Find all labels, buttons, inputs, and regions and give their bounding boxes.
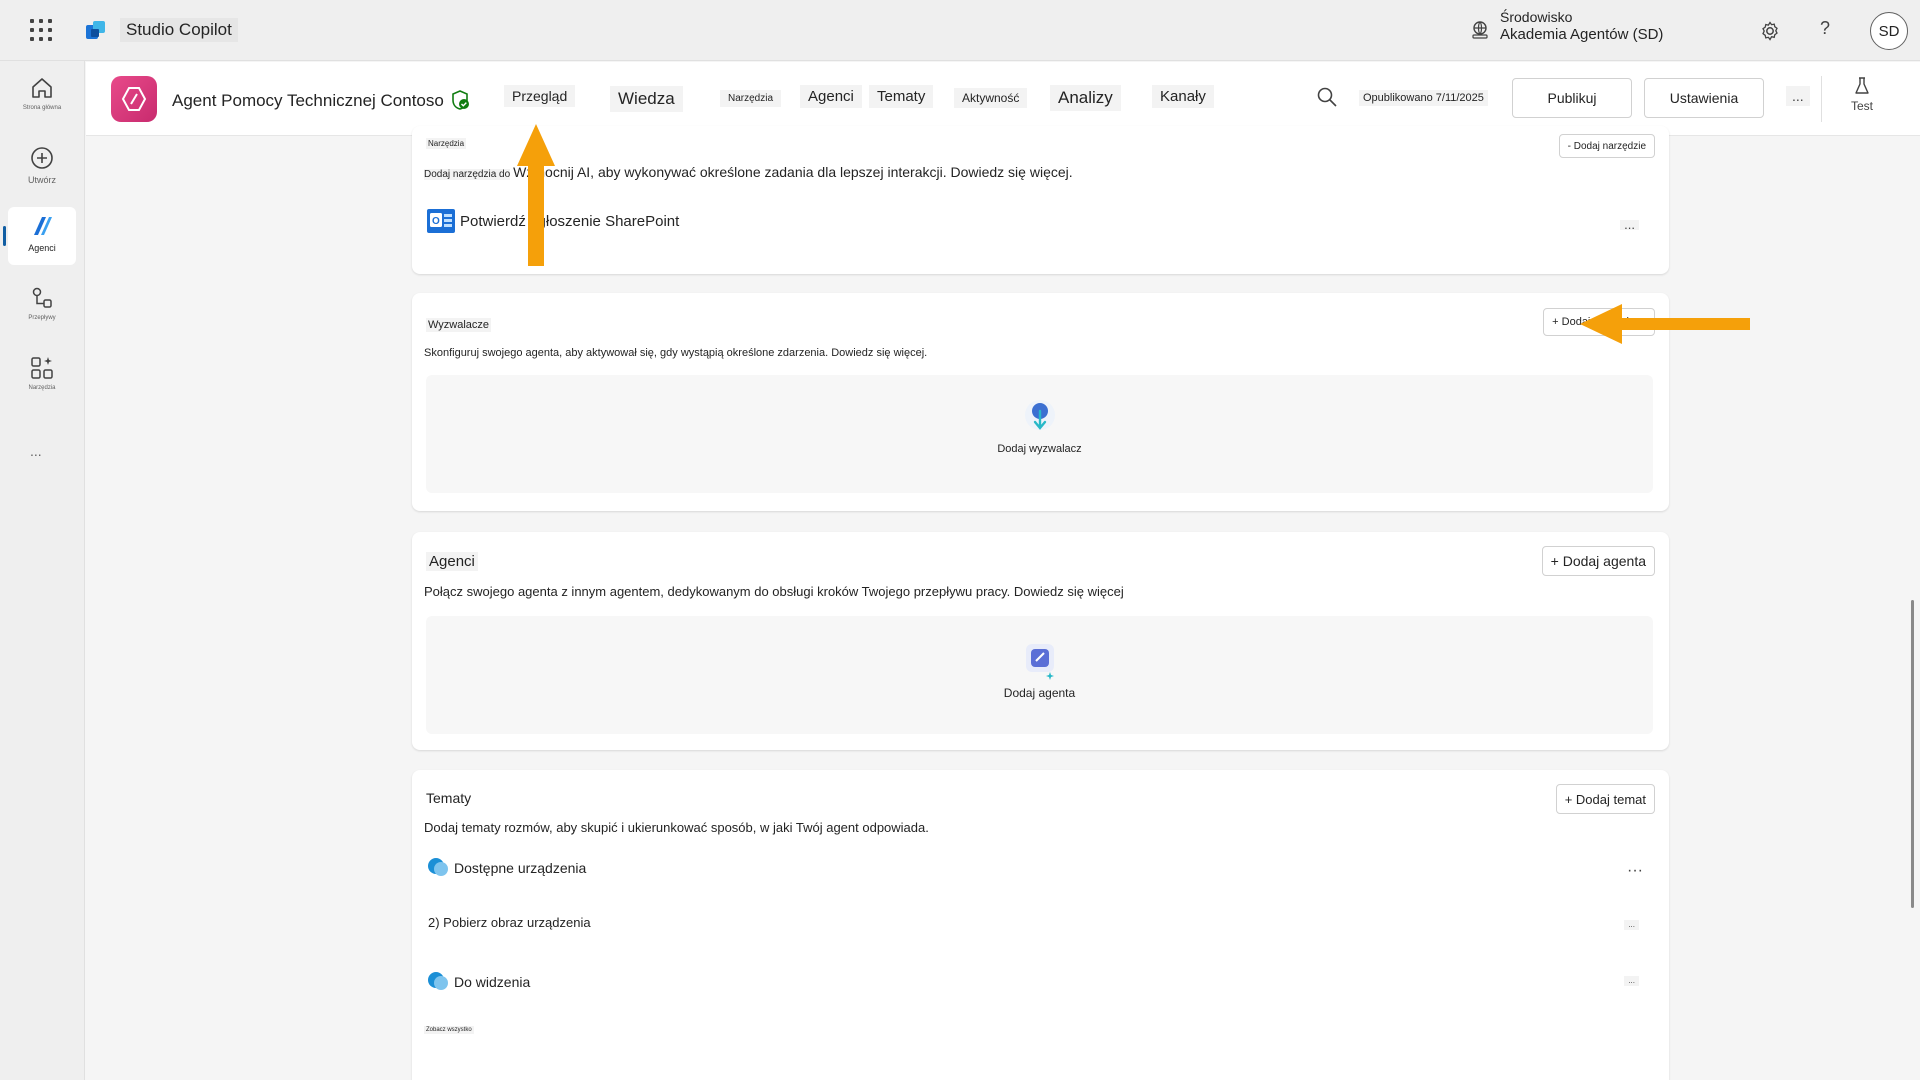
rail-label-flows: Przepływy xyxy=(28,315,56,321)
tool-item-label: Potwierdź zgłoszenie SharePoint xyxy=(460,212,680,230)
rail-item-flows[interactable]: Przepływy xyxy=(8,279,76,337)
add-agent-button[interactable]: + Dodaj agenta xyxy=(1541,546,1655,576)
shield-check-icon xyxy=(452,90,469,110)
topic-label: Do widzenia xyxy=(454,974,531,990)
rail-item-create[interactable]: Utwórz xyxy=(8,139,76,197)
topic-more-button[interactable]: ... xyxy=(1624,976,1639,986)
tools-desc-prefix: Dodaj narzędzia do xyxy=(424,169,511,180)
home-icon xyxy=(32,78,52,98)
top-bar: Studio Copilot Środowisko Akademia Agent… xyxy=(0,0,1920,61)
tab-topics[interactable]: Tematy xyxy=(869,85,934,108)
agents-icon xyxy=(34,217,52,235)
test-button[interactable]: Test xyxy=(1844,76,1880,113)
topic-more-button[interactable]: ... xyxy=(1624,920,1639,930)
trigger-icon xyxy=(1024,400,1055,430)
tool-item[interactable]: O Potwierdź zgłoszenie SharePoint xyxy=(426,206,679,236)
flask-icon xyxy=(1855,77,1869,94)
rail-item-agents[interactable]: Agenci xyxy=(8,207,76,265)
published-status: Opublikowano 7/11/2025 xyxy=(1359,90,1488,106)
agent-header: Agent Pomocy Technicznej Contoso Przeglą… xyxy=(86,62,1920,136)
topic-label: Dostępne urządzenia xyxy=(454,860,587,876)
tab-knowledge[interactable]: Wiedza xyxy=(610,86,683,112)
test-label: Test xyxy=(1850,99,1873,113)
add-tool-button[interactable]: - Dodaj narzędzie xyxy=(1558,134,1655,158)
rail-item-tools[interactable]: Narzędzia xyxy=(8,349,76,407)
rail-label-create: Utwórz xyxy=(27,175,56,185)
scrollbar-thumb[interactable] xyxy=(1911,600,1914,908)
tab-analytics[interactable]: Analizy xyxy=(1050,85,1121,111)
search-icon[interactable] xyxy=(1316,86,1338,108)
add-agent-label: Dodaj agenta xyxy=(1003,686,1076,700)
topic-more-button[interactable]: ··· xyxy=(1623,863,1647,879)
topics-card-title: Tematy xyxy=(426,790,472,806)
header-divider xyxy=(1821,76,1822,122)
topics-card-description: Dodaj tematy rozmów, aby skupić i ukieru… xyxy=(424,820,929,835)
agents-card-description: Połącz swojego agenta z innym agentem, d… xyxy=(424,584,1124,599)
tools-grid-icon xyxy=(31,357,53,379)
triggers-card: Wyzwalacze + Dodaj wyzwalacz Skonfiguruj… xyxy=(412,293,1669,511)
add-trigger-button[interactable]: + Dodaj wyzwalacz xyxy=(1543,308,1655,336)
rail-label-tools: Narzędzia xyxy=(28,385,56,391)
environment-caption: Środowisko xyxy=(1500,9,1573,25)
triggers-card-description: Skonfiguruj swojego agenta, aby aktywowa… xyxy=(424,347,928,359)
gear-icon[interactable] xyxy=(1759,20,1781,42)
agent-avatar-icon xyxy=(111,76,157,122)
environment-selector[interactable]: Środowisko Akademia Agentów (SD) xyxy=(1500,8,1663,44)
tab-activity[interactable]: Aktywność xyxy=(954,88,1028,108)
chat-bubble-icon xyxy=(428,972,448,990)
settings-button[interactable]: Ustawienia xyxy=(1644,78,1764,118)
app-name[interactable]: Studio Copilot xyxy=(120,18,238,42)
rail-more-button[interactable]: ... xyxy=(30,443,42,459)
agents-card: Agenci + Dodaj agenta Połącz swojego age… xyxy=(412,532,1669,750)
more-options-button[interactable]: ... xyxy=(1786,86,1810,106)
tab-overview[interactable]: Przegląd xyxy=(504,85,576,107)
avatar[interactable]: SD xyxy=(1870,12,1908,50)
tab-channels[interactable]: Kanały xyxy=(1152,85,1214,108)
help-icon[interactable]: ? xyxy=(1820,18,1830,39)
publish-button[interactable]: Publikuj xyxy=(1512,78,1632,118)
add-topic-button[interactable]: + Dodaj temat xyxy=(1555,784,1655,814)
tab-agents[interactable]: Agenci xyxy=(800,85,862,108)
topics-card: Tematy + Dodaj temat Dodaj tematy rozmów… xyxy=(412,770,1669,1080)
rail-label-home: Strona główna xyxy=(22,105,62,111)
plus-circle-icon xyxy=(31,147,53,169)
rail-active-indicator xyxy=(3,226,6,246)
agents-empty-area[interactable]: Dodaj agenta xyxy=(426,616,1653,734)
environment-icon xyxy=(1472,21,1488,39)
see-all-link[interactable]: Zobacz wszystko xyxy=(424,1026,474,1034)
tool-item-more-button[interactable]: ... xyxy=(1620,218,1639,231)
add-trigger-label: Dodaj wyzwalacz xyxy=(997,443,1082,455)
tools-desc-main: Wzmocnij AI, aby wykonywać określone zad… xyxy=(513,164,1073,180)
agent-add-icon xyxy=(1025,644,1054,680)
topic-item[interactable]: Do widzenia xyxy=(426,970,530,994)
rail-label-agents: Agenci xyxy=(28,243,56,253)
flows-icon xyxy=(32,287,52,308)
main-content: Narzędzia - Dodaj narzędzie Dodaj narzęd… xyxy=(86,126,1920,1080)
topic-item[interactable]: Dostępne urządzenia xyxy=(426,856,586,880)
topic-label: 2) Pobierz obraz urządzenia xyxy=(428,915,591,930)
tools-card-description: Dodaj narzędzia do Wzmocnij AI, aby wyko… xyxy=(424,164,1073,180)
tools-card-title: Narzędzia xyxy=(426,138,467,149)
triggers-card-title: Wyzwalacze xyxy=(426,318,492,332)
rail-item-home[interactable]: Strona główna xyxy=(8,69,76,127)
agent-name: Agent Pomocy Technicznej Contoso xyxy=(172,91,444,110)
tab-tools[interactable]: Narzędzia xyxy=(720,90,782,107)
left-rail: Strona główna Utwórz Agenci Przepływy Na xyxy=(0,61,85,1080)
copilot-studio-logo xyxy=(86,21,105,39)
triggers-empty-area[interactable]: Dodaj wyzwalacz xyxy=(426,375,1653,493)
app-launcher-icon[interactable] xyxy=(30,19,52,41)
topic-item[interactable]: 2) Pobierz obraz urządzenia xyxy=(428,915,591,930)
environment-name: Akademia Agentów (SD) xyxy=(1500,26,1664,43)
chat-bubble-icon xyxy=(428,858,448,876)
agents-card-title: Agenci xyxy=(426,552,478,571)
outlook-sharepoint-icon: O xyxy=(427,209,455,233)
tools-card: Narzędzia - Dodaj narzędzie Dodaj narzęd… xyxy=(412,126,1669,274)
svg-text:O: O xyxy=(432,216,440,227)
